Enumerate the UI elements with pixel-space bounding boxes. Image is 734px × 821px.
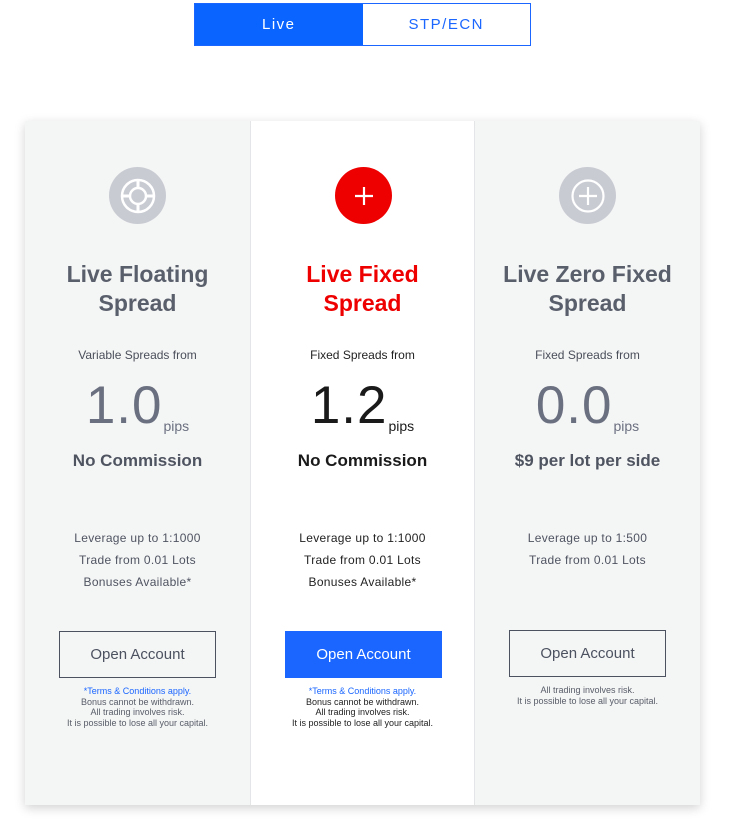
- feature-item: Leverage up to 1:1000: [74, 531, 201, 545]
- circle-plus-icon: [559, 167, 616, 224]
- card-title-line1: Live Zero Fixed: [503, 261, 672, 287]
- open-account-button[interactable]: Open Account: [59, 631, 216, 678]
- card-live-fixed-spread: Live Fixed Spread Fixed Spreads from 1.2…: [250, 121, 475, 805]
- commission-text: No Commission: [297, 451, 428, 470]
- open-account-button[interactable]: Open Account: [509, 630, 666, 677]
- disclaimer-line: All trading involves risk.: [540, 685, 635, 695]
- disclaimer-line: Bonus cannot be withdrawn.: [80, 696, 195, 707]
- card-title: Live Fixed Spread: [251, 260, 474, 318]
- terms-link[interactable]: *Terms & Conditions apply.: [25, 686, 250, 697]
- disclaimer-line: It is possible to lose all your capital.: [291, 717, 434, 728]
- pips-value: 0.0: [535, 376, 613, 435]
- card-title-line1: Live Floating: [66, 261, 209, 287]
- tab-live[interactable]: Live: [195, 4, 363, 45]
- tab-stp-ecn[interactable]: STP/ECN: [362, 4, 530, 45]
- disclaimer-line: All trading involves risk.: [90, 707, 185, 717]
- feature-item: Bonuses Available*: [308, 575, 417, 589]
- disclaimer-line: It is possible to lose all your capital.: [66, 717, 209, 728]
- card-title-line2: Spread: [548, 290, 627, 316]
- feature-item: Bonuses Available*: [83, 575, 192, 589]
- pips-unit: pips: [613, 418, 640, 434]
- features-list: Leverage up to 1:1000 Trade from 0.01 Lo…: [25, 527, 250, 593]
- open-account-button[interactable]: Open Account: [285, 631, 442, 678]
- plus-icon: [335, 167, 392, 224]
- spread-label: Fixed Spreads from: [310, 348, 415, 362]
- account-type-tabs: Live STP/ECN: [194, 3, 531, 46]
- card-title-line2: Spread: [323, 290, 402, 316]
- card-title-line2: Spread: [98, 290, 177, 316]
- pips-unit: pips: [388, 418, 415, 434]
- disclaimer: All trading involves risk. It is possibl…: [475, 685, 700, 706]
- disclaimer-line: Bonus cannot be withdrawn.: [305, 696, 420, 707]
- card-title: Live Zero Fixed Spread: [475, 260, 700, 318]
- feature-item: Leverage up to 1:1000: [299, 531, 426, 545]
- commission-text: $9 per lot per side: [514, 451, 661, 470]
- feature-item: Leverage up to 1:500: [527, 531, 648, 545]
- pips-display: 1.2 pips: [251, 376, 474, 436]
- pips-value: 1.2: [310, 376, 388, 435]
- pips-display: 1.0 pips: [25, 376, 250, 436]
- disclaimer: *Terms & Conditions apply. Bonus cannot …: [251, 686, 474, 728]
- card-live-zero-fixed-spread: Live Zero Fixed Spread Fixed Spreads fro…: [475, 121, 700, 805]
- account-cards: Live Floating Spread Variable Spreads fr…: [25, 121, 700, 805]
- features-list: Leverage up to 1:500 Trade from 0.01 Lot…: [475, 527, 700, 571]
- pips-unit: pips: [163, 418, 190, 434]
- pips-display: 0.0 pips: [475, 376, 700, 436]
- pips-value: 1.0: [85, 376, 163, 435]
- feature-item: Trade from 0.01 Lots: [529, 553, 646, 567]
- features-list: Leverage up to 1:1000 Trade from 0.01 Lo…: [251, 527, 474, 593]
- spread-label: Variable Spreads from: [78, 348, 197, 362]
- card-title: Live Floating Spread: [25, 260, 250, 318]
- card-title-line1: Live Fixed: [306, 261, 419, 287]
- disclaimer-line: All trading involves risk.: [315, 707, 410, 717]
- feature-item: Trade from 0.01 Lots: [79, 553, 196, 567]
- feature-item: Trade from 0.01 Lots: [304, 553, 421, 567]
- spread-label: Fixed Spreads from: [535, 348, 640, 362]
- lifebuoy-icon: [109, 167, 166, 224]
- disclaimer: *Terms & Conditions apply. Bonus cannot …: [25, 686, 250, 728]
- terms-link[interactable]: *Terms & Conditions apply.: [251, 686, 474, 697]
- card-live-floating-spread: Live Floating Spread Variable Spreads fr…: [25, 121, 250, 805]
- disclaimer-line: It is possible to lose all your capital.: [516, 695, 659, 706]
- commission-text: No Commission: [72, 451, 203, 470]
